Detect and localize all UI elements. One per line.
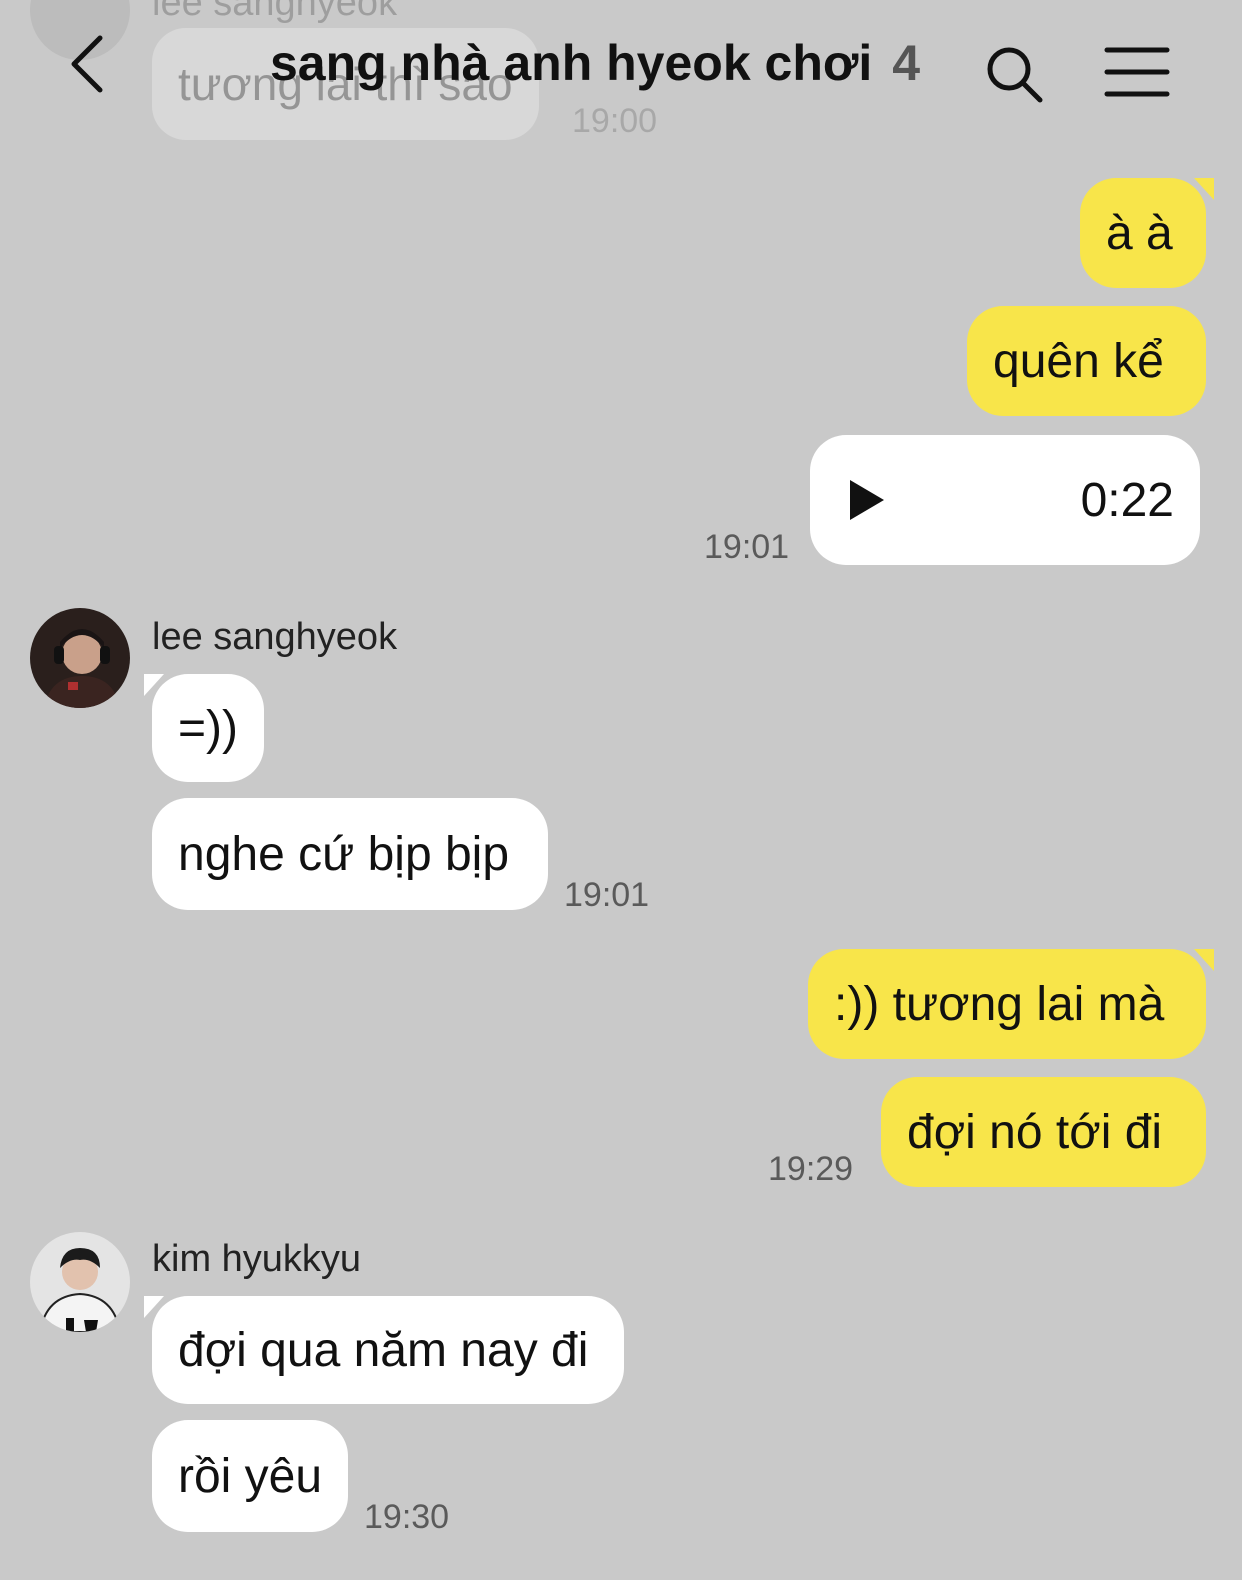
chat-title-text: sang nhà anh hyeok chơi	[269, 35, 873, 91]
avatar-kim-hyukkyu[interactable]	[30, 1232, 130, 1332]
message-time: 19:30	[364, 1498, 450, 1536]
search-icon[interactable]	[984, 44, 1046, 106]
chat-title: sang nhà anh hyeok chơi 4	[200, 34, 990, 92]
my-message[interactable]: đợi nó tới đi	[881, 1077, 1206, 1187]
their-message[interactable]: nghe cứ bịp bịp	[152, 798, 548, 910]
their-message[interactable]: =))	[144, 674, 264, 782]
ghost-sender-name: lee sanghyeok	[152, 0, 398, 24]
my-message[interactable]: à à	[1080, 178, 1214, 288]
sender-name: lee sanghyeok	[152, 616, 398, 658]
voice-message[interactable]: 0:22	[810, 435, 1200, 565]
message-time: 19:01	[564, 876, 650, 914]
voice-duration: 0:22	[1080, 473, 1174, 527]
message-time: 19:29	[768, 1150, 854, 1188]
avatar-lee-sanghyeok[interactable]	[30, 608, 130, 708]
back-icon[interactable]	[62, 30, 122, 98]
my-message[interactable]: quên kể	[967, 306, 1206, 416]
their-message[interactable]: rồi yêu	[152, 1420, 348, 1532]
their-message[interactable]: đợi qua năm nay đi	[144, 1296, 624, 1404]
my-message[interactable]: :)) tương lai mà	[808, 949, 1214, 1059]
menu-icon[interactable]	[1104, 46, 1170, 98]
message-time: 19:01	[704, 528, 790, 566]
sender-name: kim hyukkyu	[152, 1238, 362, 1280]
play-icon[interactable]	[850, 480, 884, 520]
ghost-time: 19:00	[572, 102, 658, 140]
member-count: 4	[892, 35, 921, 91]
